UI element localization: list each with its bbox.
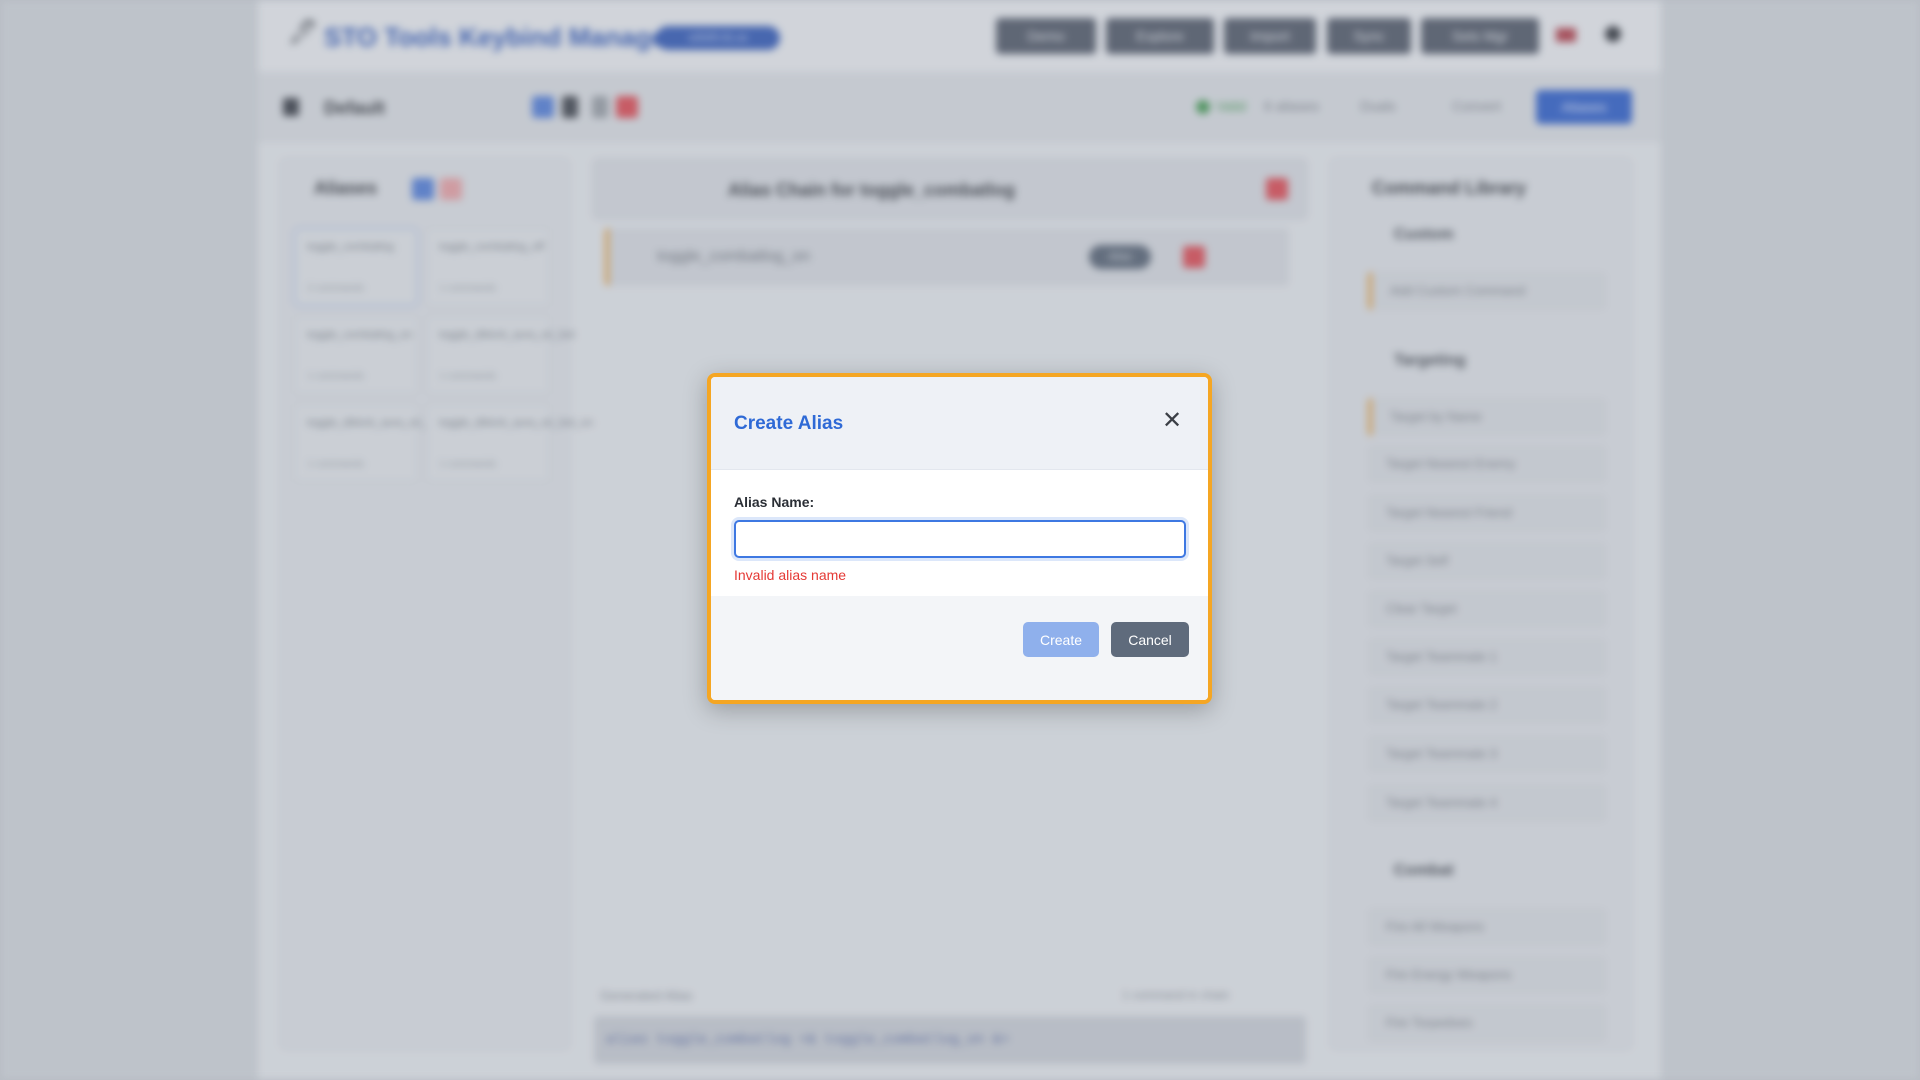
- create-button[interactable]: Create: [1023, 622, 1099, 657]
- modal-body: Alias Name: Invalid alias name: [711, 469, 1208, 598]
- alias-name-input[interactable]: [734, 520, 1186, 558]
- close-icon[interactable]: ✕: [1158, 407, 1186, 435]
- cancel-button[interactable]: Cancel: [1111, 622, 1189, 657]
- modal-header: Create Alias ✕: [711, 377, 1208, 469]
- alias-name-label: Alias Name:: [734, 494, 815, 510]
- create-alias-modal: Create Alias ✕ Alias Name: Invalid alias…: [707, 373, 1212, 704]
- modal-footer: Create Cancel: [711, 596, 1208, 700]
- validation-error: Invalid alias name: [734, 567, 847, 583]
- modal-title: Create Alias: [734, 413, 844, 434]
